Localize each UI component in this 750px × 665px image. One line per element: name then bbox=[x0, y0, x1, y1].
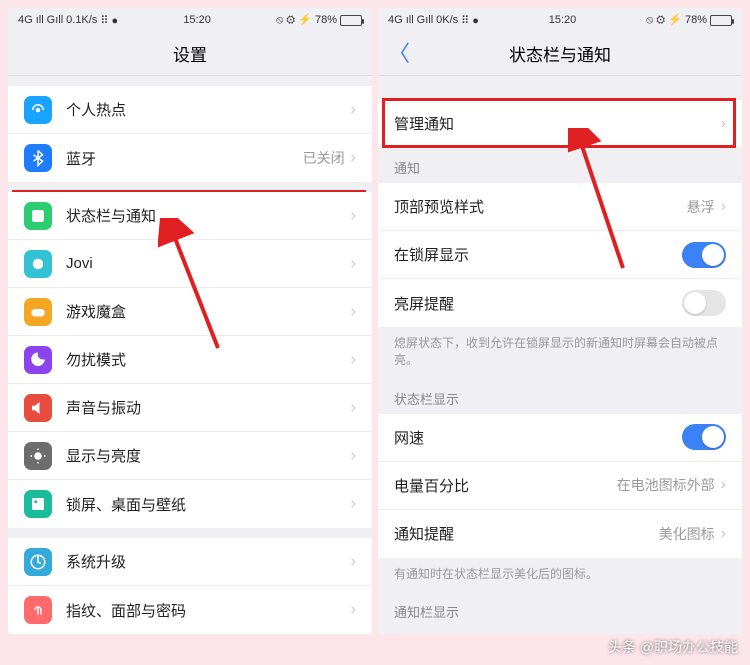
toggle-switch[interactable] bbox=[682, 242, 726, 268]
row-label: 蓝牙 bbox=[66, 148, 303, 169]
chevron-right-icon: › bbox=[351, 303, 356, 321]
row-value: 已关闭 bbox=[303, 148, 345, 168]
gamebox-icon bbox=[24, 298, 52, 326]
jovi-icon bbox=[24, 250, 52, 278]
row-label: 电量百分比 bbox=[394, 475, 617, 496]
chevron-right-icon: › bbox=[351, 101, 356, 119]
settings-row[interactable]: 游戏魔盒› bbox=[8, 288, 372, 336]
row-value: 美化图标 bbox=[659, 524, 715, 544]
statusbar-icon bbox=[24, 202, 52, 230]
row-label: 通知提醒 bbox=[394, 523, 659, 544]
phone-settings: 4G ıll Gıll 0.1K/s ⠿ ● 15:20 ⦸ ⚙ ⚡ 78% 设… bbox=[8, 8, 372, 634]
wallpaper-icon bbox=[24, 490, 52, 518]
row-label: 网速 bbox=[394, 427, 682, 448]
biometric-icon bbox=[24, 596, 52, 624]
settings-row[interactable]: 蓝牙已关闭 › bbox=[8, 134, 372, 182]
hotspot-icon bbox=[24, 96, 52, 124]
chevron-right-icon: › bbox=[351, 495, 356, 513]
chevron-right-icon: › bbox=[351, 399, 356, 417]
row-label: Jovi bbox=[66, 255, 351, 272]
row-value: 在电池图标外部 bbox=[617, 475, 715, 495]
settings-row[interactable]: 状态栏与通知› bbox=[8, 192, 372, 240]
settings-row[interactable]: 声音与振动› bbox=[8, 384, 372, 432]
back-button[interactable]: 〈 bbox=[388, 43, 410, 65]
row-manage-notifications[interactable]: 管理通知 › bbox=[378, 100, 742, 148]
toggle-switch[interactable] bbox=[682, 424, 726, 450]
settings-row[interactable]: 电量百分比在电池图标外部 › bbox=[378, 462, 742, 510]
section-header-notifications: 通知 bbox=[378, 148, 742, 183]
row-label: 系统升级 bbox=[66, 551, 351, 572]
display-icon bbox=[24, 442, 52, 470]
settings-row[interactable]: 系统升级› bbox=[8, 538, 372, 586]
chevron-right-icon: › bbox=[351, 601, 356, 619]
row-label: 游戏魔盒 bbox=[66, 301, 351, 322]
chevron-right-icon: › bbox=[721, 476, 726, 494]
toggle-switch[interactable] bbox=[682, 290, 726, 316]
row-label: 个人热点 bbox=[66, 99, 351, 120]
row-label: 在锁屏显示 bbox=[394, 244, 682, 265]
page-title: 状态栏与通知 bbox=[509, 41, 611, 66]
header: 设置 bbox=[8, 32, 372, 76]
update-icon bbox=[24, 548, 52, 576]
section-footer: 熄屏状态下，收到允许在锁屏显示的新通知时屏幕会自动被点亮。 bbox=[378, 327, 742, 379]
row-label: 状态栏与通知 bbox=[66, 205, 351, 226]
chevron-right-icon: › bbox=[351, 255, 356, 273]
row-label: 顶部预览样式 bbox=[394, 196, 687, 217]
row-label: 锁屏、桌面与壁纸 bbox=[66, 494, 351, 515]
watermark: 头条 @职场办公技能 bbox=[608, 637, 738, 657]
settings-row[interactable]: Jovi› bbox=[8, 240, 372, 288]
row-value: 悬浮 bbox=[687, 197, 715, 217]
row-label: 声音与振动 bbox=[66, 397, 351, 418]
settings-row[interactable]: 锁屏、桌面与壁纸› bbox=[8, 480, 372, 528]
settings-row[interactable]: 勿扰模式› bbox=[8, 336, 372, 384]
section-header-notifbar: 通知栏显示 bbox=[378, 592, 742, 627]
chevron-right-icon: › bbox=[351, 447, 356, 465]
settings-row[interactable]: 在锁屏显示 bbox=[378, 231, 742, 279]
page-title: 设置 bbox=[173, 41, 207, 66]
section-header-statusbar: 状态栏显示 bbox=[378, 379, 742, 414]
bluetooth-icon bbox=[24, 144, 52, 172]
row-label: 指纹、面部与密码 bbox=[66, 600, 351, 621]
status-bar: 4G ıll Gıll 0.1K/s ⠿ ● 15:20 ⦸ ⚙ ⚡ 78% bbox=[8, 8, 372, 32]
chevron-right-icon: › bbox=[351, 207, 356, 225]
row-label: 亮屏提醒 bbox=[394, 293, 682, 314]
settings-row[interactable]: 显示与亮度› bbox=[8, 432, 372, 480]
sound-icon bbox=[24, 394, 52, 422]
settings-row[interactable]: 顶部预览样式悬浮 › bbox=[378, 183, 742, 231]
status-bar: 4G ıll Gıll 0K/s ⠿ ● 15:20 ⦸ ⚙ ⚡ 78% bbox=[378, 8, 742, 32]
section-footer: 有通知时在状态栏显示美化后的图标。 bbox=[378, 558, 742, 593]
settings-row[interactable]: 网速 bbox=[378, 414, 742, 462]
dnd-icon bbox=[24, 346, 52, 374]
phone-notifications: 4G ıll Gıll 0K/s ⠿ ● 15:20 ⦸ ⚙ ⚡ 78% 〈 状… bbox=[378, 8, 742, 634]
chevron-right-icon: › bbox=[721, 198, 726, 216]
settings-row[interactable]: 指纹、面部与密码› bbox=[8, 586, 372, 634]
settings-row[interactable]: 亮屏提醒 bbox=[378, 279, 742, 327]
chevron-right-icon: › bbox=[351, 351, 356, 369]
chevron-right-icon: › bbox=[721, 525, 726, 543]
chevron-right-icon: › bbox=[721, 115, 726, 133]
chevron-right-icon: › bbox=[351, 553, 356, 571]
header: 〈 状态栏与通知 bbox=[378, 32, 742, 76]
chevron-right-icon: › bbox=[351, 149, 356, 167]
row-label: 显示与亮度 bbox=[66, 445, 351, 466]
row-label: 勿扰模式 bbox=[66, 349, 351, 370]
settings-row[interactable]: 个人热点› bbox=[8, 86, 372, 134]
row-label: 管理通知 bbox=[394, 113, 721, 134]
settings-row[interactable]: 通知提醒美化图标 › bbox=[378, 510, 742, 558]
